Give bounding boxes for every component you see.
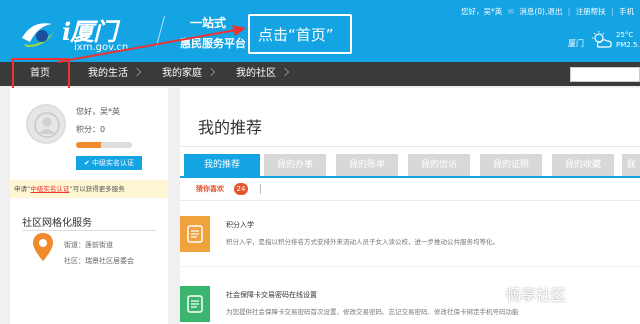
tab-label: 我的收藏 [564, 160, 601, 170]
avatar[interactable] [26, 104, 66, 144]
verify-notice: 申请“中级实名认证”可以获得更多服务 [10, 180, 168, 198]
tab-my-petitions[interactable]: 我的信访 [408, 154, 470, 176]
service-title[interactable]: 社会保障卡交易密码在线设置 [226, 290, 317, 300]
progress-fill [76, 142, 102, 148]
service-description: 为您提供社会保障卡交易密码首次设置、修改交易密码、忘记交易密码、修改社保卡绑定手… [226, 308, 519, 316]
divider [22, 230, 156, 231]
tab-label: 我的办事 [276, 160, 313, 170]
tab-label: 我 [626, 160, 636, 170]
community-info: 社区：瑞景社区居委会 [64, 257, 134, 265]
watermark-text: 畅享社区 [506, 286, 567, 304]
street-info: 街道：莲前街道 [64, 241, 113, 249]
level-progress-bar [76, 142, 132, 148]
tab-more[interactable]: 我 [622, 154, 640, 176]
verify-identity-button[interactable]: ✔ 中级实名认证 [76, 156, 142, 170]
user-greeting: 您好，吴*英 [76, 107, 120, 116]
notice-prefix: 申请“ [14, 185, 31, 193]
page-title: 我的推荐 [198, 118, 263, 137]
location-pin-icon [33, 233, 53, 261]
shield-icon: ✔ [83, 159, 93, 167]
user-avatar-icon [34, 112, 60, 138]
tab-label: 我的信访 [420, 160, 457, 170]
main-panel: 我的推荐 我的推荐 我的办事 我的账单 我的信访 我的证照 我的收藏 我 猜你喜… [180, 88, 640, 324]
grid-service-title: 社区网格化服务 [22, 218, 92, 229]
separator [260, 184, 261, 194]
tab-my-affairs[interactable]: 我的办事 [264, 154, 326, 176]
divider [180, 146, 640, 147]
tab-my-bills[interactable]: 我的账单 [336, 154, 398, 176]
tab-underline [180, 176, 640, 178]
user-points: 积分：0 [76, 125, 106, 134]
tab-label: 我的账单 [348, 160, 385, 170]
user-sidebar: 您好，吴*英 积分：0 ✔ 中级实名认证 申请“中级实名认证”可以获得更多服务 … [10, 88, 168, 324]
document-icon[interactable] [180, 216, 210, 252]
tab-recommend[interactable]: 我的推荐 [184, 154, 260, 176]
document-icon[interactable] [180, 286, 210, 322]
tab-label: 我的推荐 [203, 160, 240, 170]
notice-suffix: ”可以获得更多服务 [69, 185, 125, 193]
service-description: 积分入学，是指以积分排名方式安排外来流动人员子女入读公校，进一步推动公共服务均等… [226, 238, 499, 246]
service-title[interactable]: 积分入学 [226, 220, 254, 230]
notice-verify-link[interactable]: 中级实名认证 [30, 185, 69, 193]
divider [180, 200, 640, 201]
tab-my-licenses[interactable]: 我的证照 [480, 154, 542, 176]
subtab-guess-you-like[interactable]: 猜你喜欢 [196, 184, 224, 194]
tab-label: 我的证照 [492, 160, 529, 170]
wechat-icon [488, 290, 504, 302]
verify-label: 中级实名认证 [92, 159, 135, 167]
count-badge: 24 [234, 183, 248, 195]
divider [180, 266, 640, 267]
tab-my-favorites[interactable]: 我的收藏 [552, 154, 614, 176]
